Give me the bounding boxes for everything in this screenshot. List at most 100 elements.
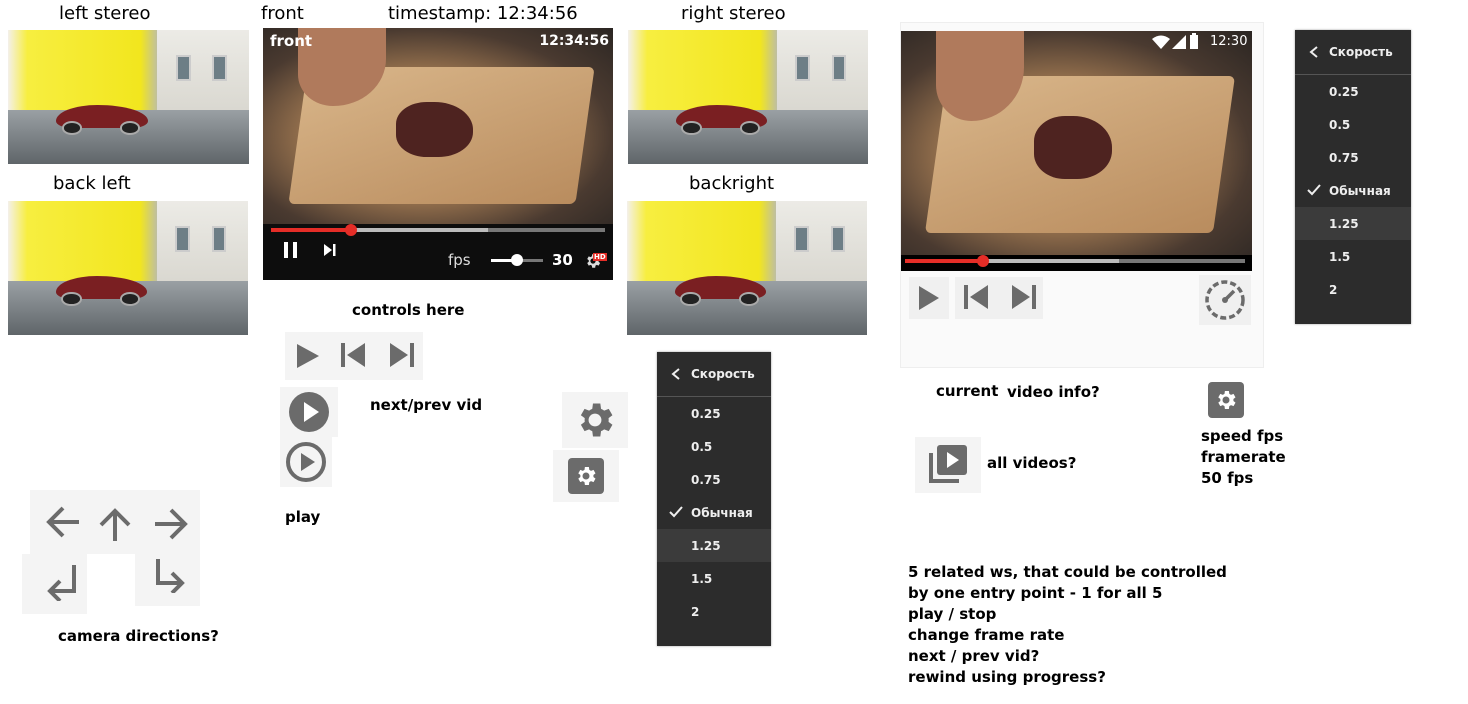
signal-icon (1172, 35, 1186, 49)
label-controls-here: controls here (352, 301, 465, 319)
speed-option[interactable]: 0.5 (657, 430, 771, 463)
front-overlay-title: front (270, 32, 313, 50)
speed-option-label: 0.25 (1329, 84, 1359, 99)
note-line: 5 related ws, that could be controlled (908, 563, 1227, 581)
speed-menu-title: Скорость (691, 367, 755, 381)
label-all-videos: all videos? (987, 454, 1077, 472)
fps-label: fps (448, 251, 471, 269)
front-video-player[interactable]: front 12:34:56 fps 30 HD (263, 28, 613, 280)
mobile-video-frame[interactable] (901, 31, 1252, 255)
play-icon[interactable] (917, 285, 941, 311)
speed-option-label: 0.25 (691, 406, 721, 421)
label-current: current (936, 382, 999, 400)
front-video-frame[interactable] (263, 28, 613, 224)
label-camera-directions: camera directions? (58, 627, 219, 645)
speed-option-label: 1.5 (691, 571, 713, 586)
note-line: next / prev vid? (908, 647, 1040, 665)
speed-option-label: 2 (691, 604, 700, 619)
front-overlay-time: 12:34:56 (539, 33, 609, 49)
speed-option-label: 1.25 (1329, 216, 1359, 231)
speed-menu: Скорость 0.25 0.5 0.75 Обычная 1.25 1.5 2 (657, 352, 771, 646)
fps-value: 30 (552, 251, 573, 269)
chevron-left-icon[interactable] (671, 368, 681, 380)
label-speed-fps: speed fps (1201, 427, 1284, 445)
speed-option[interactable]: 0.75 (657, 463, 771, 496)
hd-badge: HD (593, 253, 607, 261)
speed-option-label: 0.5 (691, 439, 713, 454)
play-circle-icon[interactable] (288, 391, 330, 433)
speed-option[interactable]: 1.25 (657, 529, 771, 562)
skip-previous-icon[interactable] (962, 284, 990, 310)
label-next-prev-vid: next/prev vid (370, 396, 483, 414)
label-play: play (285, 508, 321, 526)
arrow-right-icon[interactable] (153, 507, 189, 541)
speed-option[interactable]: 0.25 (1295, 75, 1411, 108)
skip-next-icon[interactable] (388, 341, 416, 369)
arrow-up-icon[interactable] (98, 507, 132, 543)
chevron-left-icon[interactable] (1309, 46, 1319, 58)
video-library-box (915, 437, 981, 493)
note-line: play / stop (908, 605, 997, 623)
speed-menu-items: 0.25 0.5 0.75 Обычная 1.25 1.5 2 (657, 397, 771, 628)
speed-option[interactable]: Обычная (657, 496, 771, 529)
note-line: rewind using progress? (908, 668, 1106, 686)
front-progress-played (271, 228, 352, 232)
speed-option[interactable]: 1.5 (1295, 240, 1411, 273)
speed-menu-right-title: Скорость (1329, 45, 1393, 59)
mobile-player-card: 12:30 (900, 22, 1264, 368)
status-time: 12:30 (1210, 34, 1248, 49)
fps-slider-knob[interactable] (511, 254, 523, 266)
label-right-stereo: right stereo (681, 3, 786, 24)
play-circle-outline-icon[interactable] (285, 441, 327, 483)
speed-menu-right-items: 0.25 0.5 0.75 Обычная 1.25 1.5 2 (1295, 75, 1411, 306)
speed-menu-right: Скорость 0.25 0.5 0.75 Обычная 1.25 1.5 2 (1295, 30, 1411, 324)
turn-left-icon[interactable] (44, 563, 80, 601)
label-front: front (261, 3, 304, 24)
speed-option-label: 0.75 (1329, 150, 1359, 165)
left-stereo-video[interactable] (8, 30, 249, 164)
video-library-icon[interactable] (927, 445, 969, 485)
label-video-info: video info? (1007, 383, 1100, 401)
speed-option-label: Обычная (1329, 183, 1391, 198)
back-left-video[interactable] (8, 201, 248, 335)
gear-box-square (553, 450, 619, 502)
speed-option[interactable]: Обычная (1295, 174, 1411, 207)
label-backright: backright (689, 173, 775, 194)
skip-next-icon[interactable] (1010, 284, 1038, 310)
speed-option-label: 0.75 (691, 472, 721, 487)
play-icon[interactable] (295, 342, 321, 370)
check-icon (1307, 184, 1321, 196)
speed-menu-right-header[interactable]: Скорость (1295, 30, 1411, 75)
speed-option[interactable]: 0.75 (1295, 141, 1411, 174)
note-line: by one entry point - 1 for all 5 (908, 584, 1163, 602)
turn-right-icon[interactable] (152, 557, 190, 593)
speed-option[interactable]: 1.25 (1295, 207, 1411, 240)
speed-option[interactable]: 0.5 (1295, 108, 1411, 141)
speed-option[interactable]: 0.25 (657, 397, 771, 430)
backright-video[interactable] (627, 201, 867, 335)
battery-icon (1190, 33, 1198, 49)
note-line: change frame rate (908, 626, 1065, 644)
check-icon (669, 506, 683, 518)
speed-option[interactable]: 2 (657, 595, 771, 628)
gear-icon[interactable] (573, 398, 617, 442)
gear-box-large (562, 392, 628, 448)
playback-controls-group (285, 332, 423, 380)
speed-option-label: Обычная (691, 505, 753, 520)
gear-icon[interactable] (568, 458, 604, 494)
skip-next-icon[interactable] (324, 244, 336, 256)
label-50-fps: 50 fps (1201, 469, 1254, 487)
speed-option-label: 0.5 (1329, 117, 1351, 132)
gear-icon[interactable] (1208, 382, 1244, 418)
arrow-left-icon[interactable] (45, 505, 81, 539)
label-timestamp: timestamp: 12:34:56 (388, 3, 578, 24)
speed-option[interactable]: 1.5 (657, 562, 771, 595)
pause-icon[interactable] (284, 242, 298, 258)
speed-option[interactable]: 2 (1295, 273, 1411, 306)
speedometer-icon[interactable] (1204, 279, 1246, 321)
skip-previous-icon[interactable] (339, 341, 367, 369)
label-back-left: back left (53, 173, 131, 194)
speed-option-label: 1.5 (1329, 249, 1351, 264)
speed-menu-header[interactable]: Скорость (657, 352, 771, 397)
right-stereo-video[interactable] (628, 30, 868, 164)
